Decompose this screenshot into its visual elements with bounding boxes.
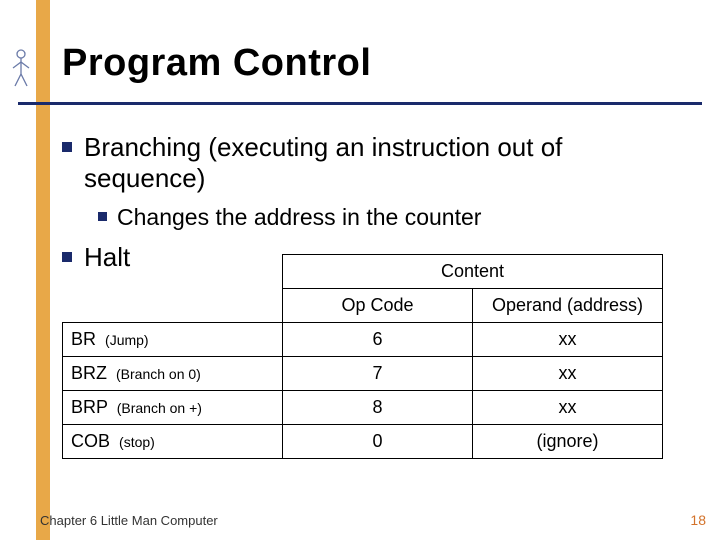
- row-label: COB (stop): [63, 424, 283, 458]
- cell-opcode: 7: [283, 356, 473, 390]
- cell-operand: xx: [473, 356, 663, 390]
- bullet-square-icon: [98, 212, 107, 221]
- cell-operand: xx: [473, 322, 663, 356]
- bullet-text: Changes the address in the counter: [117, 204, 481, 232]
- table-row-header-cols: Op Code Operand (address): [63, 289, 663, 323]
- col-operand: Operand (address): [473, 289, 663, 323]
- row-label: BRZ (Branch on 0): [63, 356, 283, 390]
- subbullet-changes: Changes the address in the counter: [98, 204, 702, 232]
- cell-opcode: 8: [283, 390, 473, 424]
- row-label: BR (Jump): [63, 322, 283, 356]
- table-row: BR (Jump) 6 xx: [63, 322, 663, 356]
- content-header: Content: [283, 255, 663, 289]
- col-opcode: Op Code: [283, 289, 473, 323]
- page-number: 18: [690, 512, 706, 528]
- table-row: BRZ (Branch on 0) 7 xx: [63, 356, 663, 390]
- table-row: BRP (Branch on +) 8 xx: [63, 390, 663, 424]
- page-title: Program Control: [62, 42, 371, 85]
- opcode-table: Content Op Code Operand (address) BR (Ju…: [62, 254, 662, 459]
- slide: Program Control Branching (executing an …: [0, 0, 720, 540]
- cell-opcode: 0: [283, 424, 473, 458]
- little-man-icon: [10, 48, 32, 88]
- title-underline: [18, 102, 702, 105]
- table-row: COB (stop) 0 (ignore): [63, 424, 663, 458]
- bullet-branching: Branching (executing an instruction out …: [62, 132, 702, 194]
- bullet-square-icon: [62, 142, 72, 152]
- row-label: BRP (Branch on +): [63, 390, 283, 424]
- cell-operand: (ignore): [473, 424, 663, 458]
- table-row-header-content: Content: [63, 255, 663, 289]
- cell-opcode: 6: [283, 322, 473, 356]
- footer-text: Chapter 6 Little Man Computer: [40, 513, 218, 528]
- cell-operand: xx: [473, 390, 663, 424]
- bullet-text: Branching (executing an instruction out …: [84, 132, 644, 194]
- gutter-bar: [36, 0, 50, 540]
